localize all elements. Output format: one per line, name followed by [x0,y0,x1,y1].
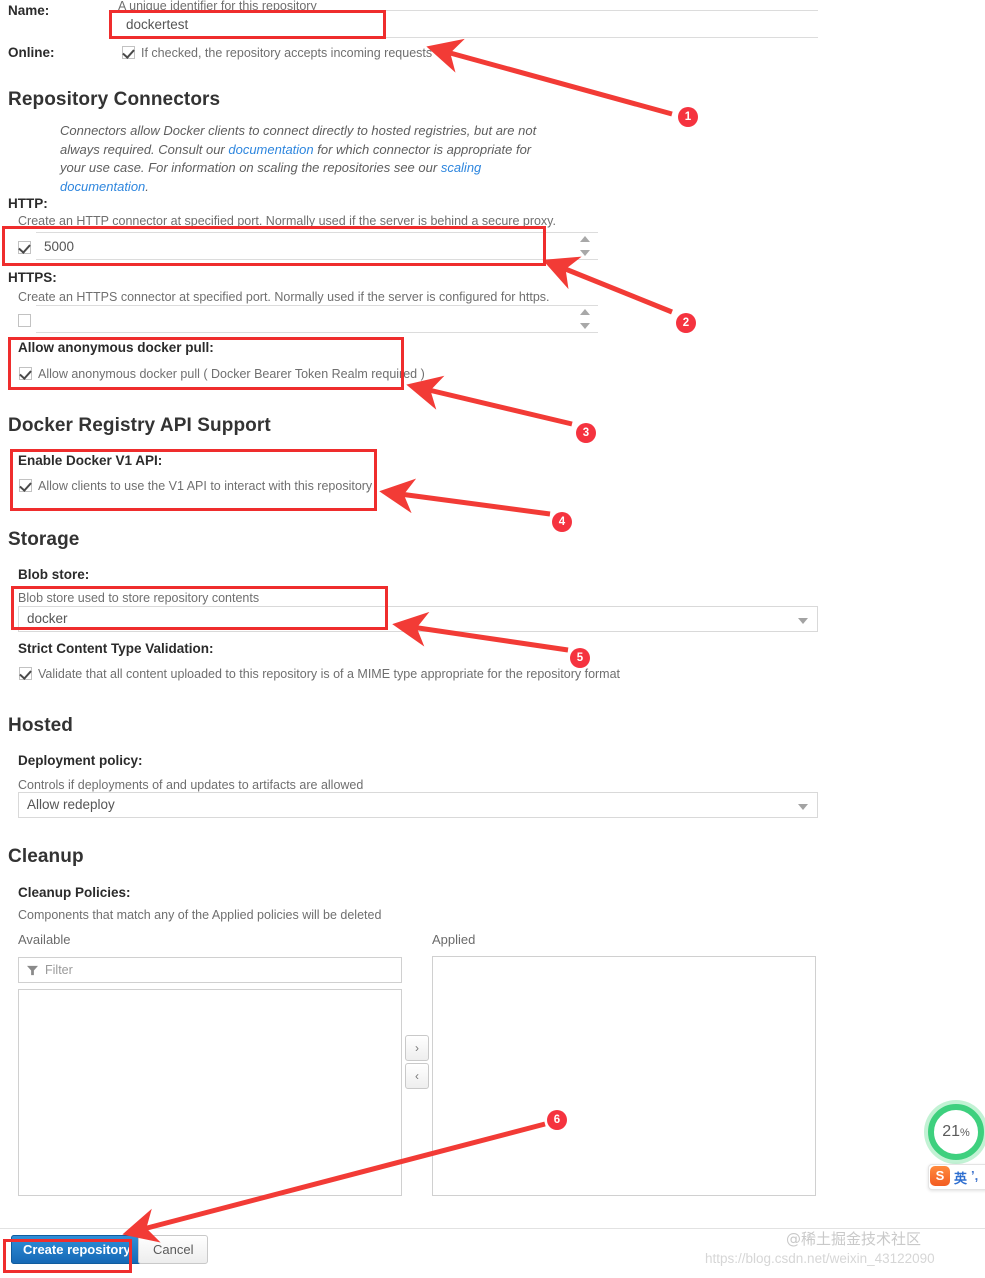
strict-validation-checkbox-row[interactable]: Validate that all content uploaded to th… [19,666,620,681]
strict-validation-label: Strict Content Type Validation: [18,641,214,656]
online-checkbox-row[interactable]: If checked, the repository accepts incom… [122,45,432,60]
connectors-intro: Connectors allow Docker clients to conne… [60,123,537,194]
anonymous-pull-checkbox-label: Allow anonymous docker pull ( Docker Bea… [38,367,425,381]
scaling-link[interactable]: scaling [441,160,481,175]
http-label: HTTP: [8,196,48,211]
cancel-button[interactable]: Cancel [138,1235,209,1264]
https-port-input[interactable] [36,305,598,333]
v1-api-label: Enable Docker V1 API: [18,453,163,468]
watermark-community: @稀土掘金技术社区 [786,1230,922,1248]
move-left-button[interactable]: ‹ [405,1063,429,1089]
filter-icon [27,965,38,976]
annotation-badge-2: 2 [676,313,696,333]
deployment-policy-select-wrapper: Allow redeploy [18,792,818,818]
ime-punctuation-label[interactable]: ’, [971,1168,978,1183]
https-label: HTTPS: [8,270,57,285]
blob-store-label: Blob store: [18,567,90,582]
name-input-wrapper [118,10,818,38]
available-list-label: Available [18,932,71,947]
documentation-link-2[interactable]: documentation [60,179,145,194]
blob-store-select[interactable]: docker [18,606,818,632]
name-input[interactable] [118,10,818,38]
cleanup-policies-helper: Components that match any of the Applied… [18,908,382,922]
strict-validation-checkbox-label: Validate that all content uploaded to th… [38,667,621,681]
https-helper: Create an HTTPS connector at specified p… [18,290,550,304]
http-port-input-wrapper [36,232,598,260]
http-enable-checkbox[interactable] [18,240,31,255]
online-label: Online: [8,45,55,60]
annotation-badge-5: 5 [570,648,590,668]
strict-validation-checkbox[interactable] [19,667,32,680]
documentation-link-1[interactable]: documentation [228,142,313,157]
blob-store-select-wrapper: docker [18,606,818,632]
ime-mode-label[interactable]: 英 [954,1168,967,1187]
v1-api-checkbox[interactable] [19,479,32,492]
available-list[interactable] [18,989,402,1196]
applied-list[interactable] [432,956,816,1196]
online-checkbox[interactable] [122,46,135,59]
sogou-logo-icon[interactable]: S [930,1166,950,1186]
deployment-policy-helper: Controls if deployments of and updates t… [18,778,364,792]
repository-connectors-title: Repository Connectors [8,89,221,110]
chevron-down-icon [798,804,808,810]
annotation-badge-1: 1 [678,107,698,127]
deployment-policy-select-value: Allow redeploy [27,797,115,812]
anonymous-pull-checkbox[interactable] [19,367,32,380]
http-port-spinner[interactable] [580,236,591,256]
https-port-spinner[interactable] [580,309,591,329]
hosted-title: Hosted [8,715,73,736]
cleanup-filter-input[interactable]: Filter [18,957,402,983]
repository-create-form-page: Name: A unique identifier for this repos… [0,0,985,1278]
http-helper: Create an HTTP connector at specified po… [18,214,556,228]
annotation-badge-4: 4 [552,512,572,532]
anonymous-pull-label: Allow anonymous docker pull: [18,340,214,355]
v1-api-checkbox-label: Allow clients to use the V1 API to inter… [38,479,373,493]
anonymous-pull-checkbox-row[interactable]: Allow anonymous docker pull ( Docker Bea… [19,366,425,381]
cleanup-filter-placeholder: Filter [45,963,73,977]
create-repository-button[interactable]: Create repository [11,1235,143,1264]
applied-list-label: Applied [432,932,476,947]
chevron-down-icon [798,618,808,624]
online-checkbox-label: If checked, the repository accepts incom… [141,46,433,60]
deployment-policy-select[interactable]: Allow redeploy [18,792,818,818]
https-enable-checkbox[interactable] [18,313,31,328]
name-label: Name: [8,3,50,18]
watermark-url: https://blog.csdn.net/weixin_43122090 [705,1251,935,1266]
cleanup-policies-label: Cleanup Policies: [18,885,131,900]
storage-title: Storage [8,529,80,550]
v1-api-checkbox-row[interactable]: Allow clients to use the V1 API to inter… [19,478,372,493]
http-port-input[interactable] [36,232,598,260]
blob-store-select-value: docker [27,611,68,626]
move-right-button[interactable]: › [405,1035,429,1061]
https-port-input-wrapper [36,305,598,333]
api-support-title: Docker Registry API Support [8,415,271,436]
cleanup-title: Cleanup [8,846,84,867]
blob-store-helper: Blob store used to store repository cont… [18,591,260,605]
ime-percent-text: 21% [942,1123,970,1140]
deployment-policy-label: Deployment policy: [18,753,143,768]
annotation-badge-3: 3 [576,423,596,443]
